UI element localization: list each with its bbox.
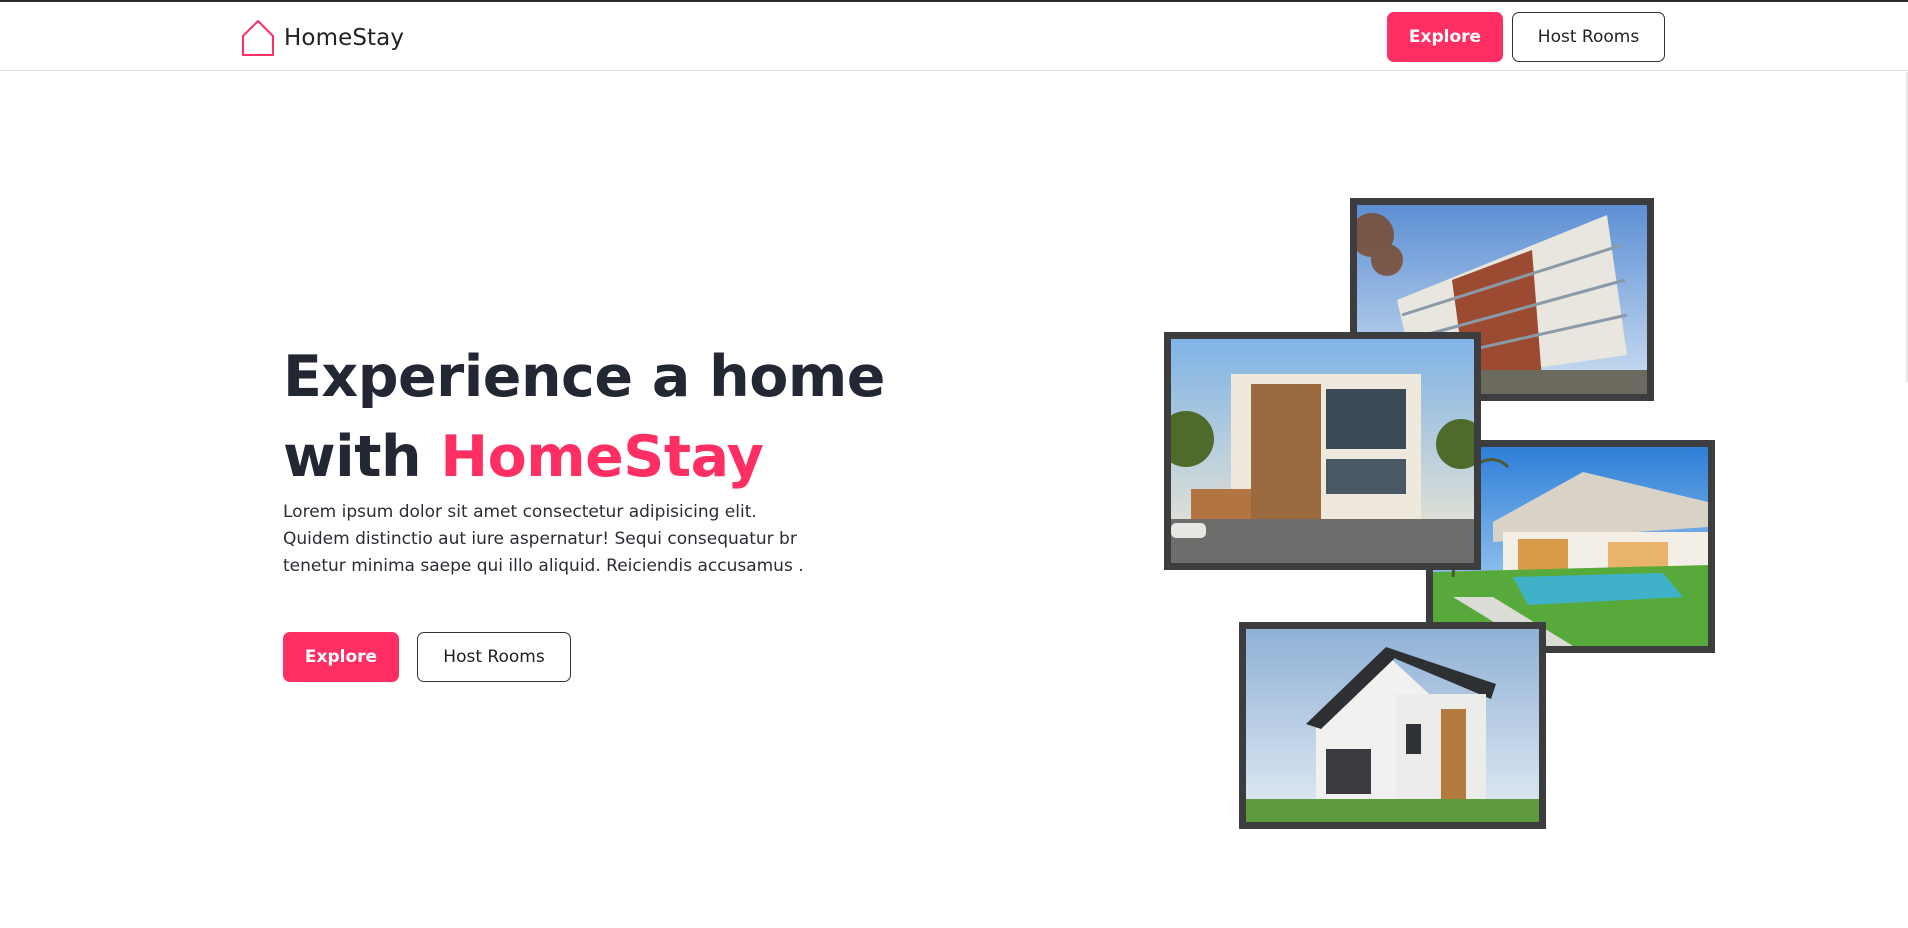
suburban-house-photo [1239,622,1546,829]
hero-description: Lorem ipsum dolor sit amet consectetur a… [283,502,804,576]
top-navbar: HomeStay Explore Host Rooms [0,2,1908,71]
hero-title: Experience a home with HomeStay [283,337,903,497]
hero-explore-button[interactable]: Explore [283,632,399,682]
page: HomeStay Explore Host Rooms Experience a… [0,0,1908,928]
hero-buttons: Explore Host Rooms [283,632,571,682]
hero-title-line1: Experience a home [283,344,885,410]
nav-explore-button[interactable]: Explore [1387,12,1503,62]
brand-name: HomeStay [284,25,405,51]
modern-villa-photo [1164,332,1481,570]
hero-title-with: with [283,424,441,490]
nav-buttons: Explore Host Rooms [1387,12,1665,62]
hero-host-rooms-button[interactable]: Host Rooms [417,632,571,682]
nav-host-rooms-button[interactable]: Host Rooms [1512,12,1665,62]
house-icon [240,18,276,58]
brand-logo-link[interactable]: HomeStay [240,18,404,58]
hero-title-brand: HomeStay [440,424,764,490]
